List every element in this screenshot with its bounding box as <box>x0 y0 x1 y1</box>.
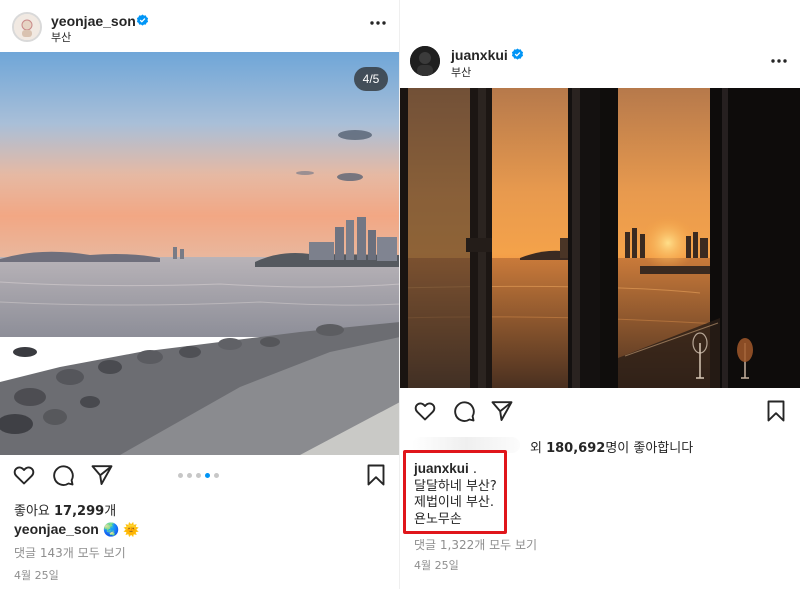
action-bar <box>0 463 400 493</box>
location-link[interactable]: 부산 <box>451 64 471 80</box>
comment-icon[interactable] <box>452 399 476 423</box>
heart-icon[interactable] <box>12 463 36 487</box>
avatar[interactable] <box>12 12 42 42</box>
username[interactable]: yeonjae_son <box>51 13 136 29</box>
avatar-image <box>14 14 40 40</box>
verified-badge-icon <box>136 14 149 26</box>
location-link[interactable]: 부산 <box>51 29 71 45</box>
sunset-beach-image <box>0 52 400 455</box>
bookmark-icon[interactable] <box>364 463 388 487</box>
more-options-icon[interactable] <box>369 20 387 26</box>
likes-number: 17,299 <box>54 504 105 519</box>
view-comments-link[interactable]: 댓글 143개 모두 보기 <box>14 544 126 561</box>
avatar-image <box>410 46 440 76</box>
carousel-dot <box>187 473 192 478</box>
likes-prefix: 외 <box>530 441 547 456</box>
post-date: 4월 25일 <box>414 559 459 572</box>
heart-icon[interactable] <box>413 399 437 423</box>
likes-count[interactable]: 좋아요 17,299개 <box>14 500 116 519</box>
bookmark-icon[interactable] <box>764 399 788 423</box>
likes-prefix: 좋아요 <box>14 504 55 519</box>
carousel-counter: 4/5 <box>354 67 388 91</box>
carousel-dots <box>178 473 219 478</box>
likes-suffix: 개 <box>104 504 117 519</box>
view-comments-link[interactable]: 댓글 1,322개 모두 보기 <box>414 536 537 553</box>
action-bar <box>400 399 800 429</box>
caption-text: 🌏 🌞 <box>102 523 140 538</box>
post-photo[interactable]: 4/5 <box>0 52 400 455</box>
post-photo[interactable] <box>400 88 800 388</box>
caption: yeonjae_son 🌏 🌞 <box>14 521 139 538</box>
likes-number: 180,692 <box>546 441 606 456</box>
likes-count[interactable]: 외 180,692명이 좋아합니다 <box>530 437 693 456</box>
avatar[interactable] <box>410 46 440 76</box>
carousel-dot <box>214 473 219 478</box>
send-icon[interactable] <box>490 399 514 423</box>
likes-suffix: 명이 좋아합니다 <box>605 441 694 456</box>
send-icon[interactable] <box>90 463 114 487</box>
post-left: yeonjae_son 부산 4/5 좋아요 17,299개 yeonjae_s… <box>0 0 400 589</box>
username[interactable]: juanxkui <box>451 47 508 63</box>
highlight-annotation-box <box>403 450 507 534</box>
sunset-window-image <box>400 88 800 388</box>
post-date: 4월 25일 <box>14 569 59 582</box>
caption-username[interactable]: yeonjae_son <box>14 521 99 537</box>
verified-badge-icon <box>511 48 524 60</box>
more-options-icon[interactable] <box>770 58 788 64</box>
post-header: juanxkui 부산 <box>400 40 800 86</box>
carousel-dot <box>178 473 183 478</box>
comment-icon[interactable] <box>51 463 75 487</box>
post-header: yeonjae_son 부산 <box>0 0 400 46</box>
carousel-dot-active <box>205 473 210 478</box>
carousel-dot <box>196 473 201 478</box>
